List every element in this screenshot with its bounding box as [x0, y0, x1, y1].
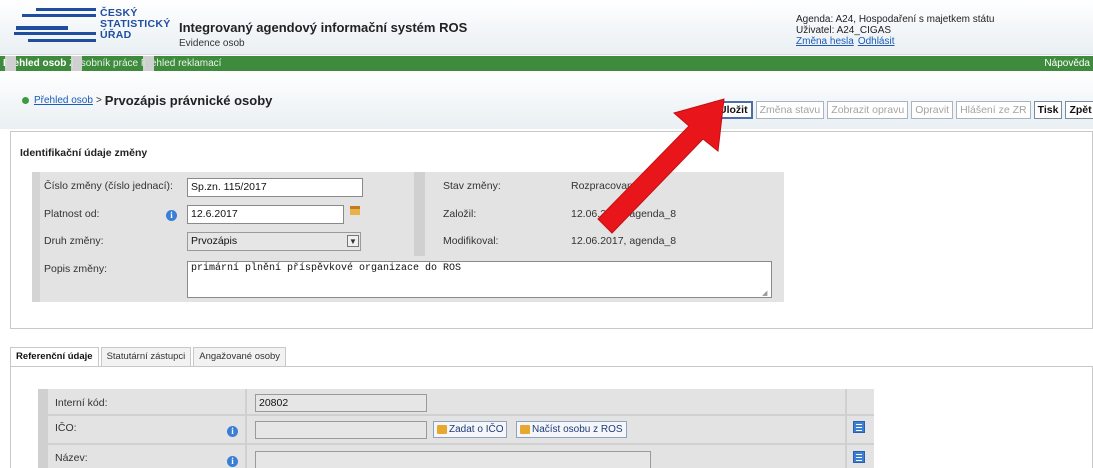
- request-icon: [437, 425, 447, 434]
- load-person-button[interactable]: Načíst osobu z ROS: [516, 421, 627, 438]
- load-icon: [520, 425, 530, 434]
- list-icon[interactable]: [853, 451, 865, 463]
- change-password-link[interactable]: Změna hesla: [796, 36, 854, 47]
- ico-input[interactable]: [255, 421, 427, 439]
- platnost-od-label: Platnost od:: [44, 208, 100, 220]
- druh-zmeny-select[interactable]: Prvozápis: [187, 232, 361, 251]
- resize-handle-icon[interactable]: ◢: [762, 290, 770, 298]
- tab-angazovane-osoby[interactable]: Angažované osoby: [193, 347, 287, 366]
- app-title: Integrovaný agendový informační systém R…: [179, 20, 468, 35]
- app-header: ČESKÝ STATISTICKÝ ÚŘAD Integrovaný agend…: [0, 0, 1093, 55]
- request-ico-button[interactable]: Zadat o IČO: [433, 421, 508, 438]
- save-button[interactable]: Uložit: [714, 101, 753, 119]
- nazev-label: Název:: [55, 452, 88, 464]
- agenda-text: Agenda: A24, Hospodaření s majetkem stát…: [796, 14, 995, 25]
- druh-zmeny-label: Druh změny:: [44, 235, 104, 247]
- back-button[interactable]: Zpět: [1065, 101, 1093, 119]
- tab-referencni-udaje[interactable]: Referenční údaje: [10, 347, 99, 366]
- print-button[interactable]: Tisk: [1033, 101, 1063, 119]
- popis-zmeny-textarea[interactable]: primární plnění příspěvkové organizace d…: [187, 261, 772, 298]
- user-info: Agenda: A24, Hospodaření s majetkem stát…: [796, 14, 994, 47]
- main-nav: | Přehled osob | Zásobník práce | Přehled r…: [0, 56, 1093, 71]
- breadcrumb-link-prehled-osob[interactable]: Přehled osob: [34, 95, 93, 106]
- help-link[interactable]: Nápověda: [1044, 56, 1090, 71]
- logo-text: ÚŘAD: [100, 29, 132, 41]
- modifikoval-value: 12.06.2017, agenda_8: [571, 235, 677, 247]
- nazev-input[interactable]: [255, 451, 651, 468]
- info-icon[interactable]: i: [227, 426, 238, 437]
- user-text: Uživatel: A24_CIGAS: [796, 25, 892, 36]
- show-correction-button[interactable]: Zobrazit opravu: [827, 101, 909, 119]
- chevron-down-icon[interactable]: ▼: [347, 235, 359, 247]
- breadcrumb: Přehled osob > Prvozápis právnické osoby: [22, 93, 272, 108]
- zalozil-value: 12.06.2017, agenda_8: [571, 208, 677, 220]
- csu-logo: ČESKÝ STATISTICKÝ ÚŘAD: [14, 8, 170, 48]
- status-dot-icon: [22, 97, 29, 104]
- page-title: Prvozápis právnické osoby: [104, 93, 273, 108]
- correct-button[interactable]: Opravit: [911, 101, 954, 119]
- list-icon[interactable]: [853, 421, 865, 433]
- ico-label: IČO:: [55, 422, 77, 434]
- zr-report-button[interactable]: Hlášení ze ZR: [956, 101, 1031, 119]
- action-toolbar: Uložit Změna stavu Zobrazit opravu Oprav…: [714, 101, 1093, 119]
- stav-zmeny-label: Stav změny:: [443, 180, 501, 192]
- cislo-zmeny-label: Číslo změny (číslo jednací):: [44, 180, 173, 192]
- stav-zmeny-value: Rozpracovaná: [571, 180, 639, 192]
- info-icon[interactable]: i: [166, 210, 177, 221]
- app-subtitle: Evidence osob: [179, 38, 245, 49]
- section-title: Identifikační údaje změny: [20, 147, 148, 159]
- popis-zmeny-label: Popis změny:: [44, 263, 108, 275]
- change-state-button[interactable]: Změna stavu: [755, 101, 825, 119]
- cislo-zmeny-input[interactable]: Sp.zn. 115/2017: [187, 178, 363, 197]
- zalozil-label: Založil:: [443, 208, 477, 220]
- breadcrumb-separator: >: [95, 95, 102, 106]
- logout-link[interactable]: Odhlásit: [858, 36, 895, 47]
- modifikoval-label: Modifikoval:: [443, 235, 499, 247]
- info-icon[interactable]: i: [227, 456, 238, 467]
- tab-bar: Referenční údaje Statutární zástupci Ang…: [10, 347, 288, 366]
- calendar-icon[interactable]: [350, 206, 360, 215]
- interni-kod-label: Interní kód:: [55, 397, 108, 409]
- tab-statutarni-zastupci[interactable]: Statutární zástupci: [100, 347, 192, 366]
- platnost-od-input[interactable]: 12.6.2017: [187, 205, 344, 224]
- interni-kod-input: 20802: [255, 394, 427, 412]
